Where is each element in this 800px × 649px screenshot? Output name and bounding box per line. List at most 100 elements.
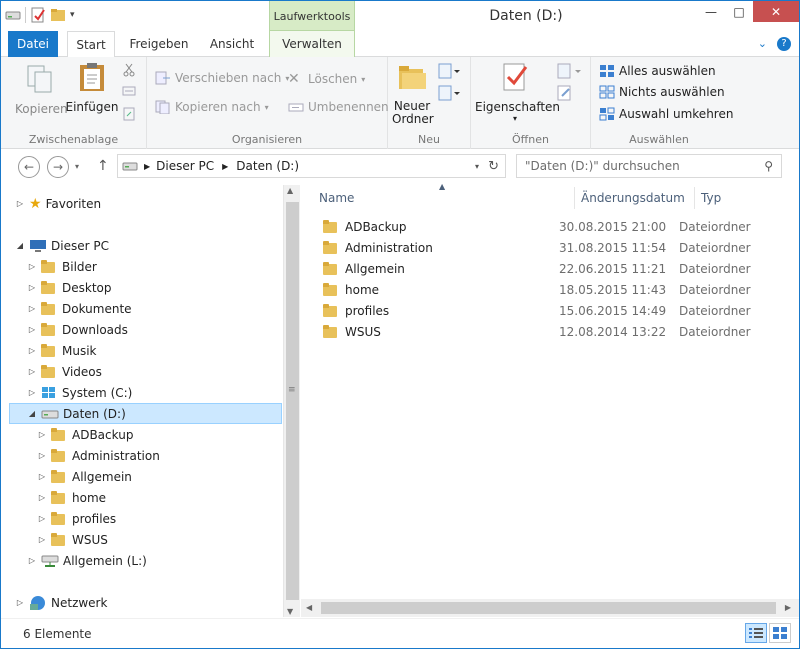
file-row[interactable]: Allgemein 22.06.2015 11:21 Dateiordner (319, 258, 789, 279)
new-folder-button[interactable]: Neuer Ordner (392, 61, 434, 126)
expand-icon[interactable]: ▷ (27, 325, 37, 334)
copy-button[interactable]: Kopieren (15, 63, 68, 116)
breadcrumb-this-pc[interactable]: Dieser PC (156, 159, 214, 173)
expand-icon[interactable]: ▷ (27, 346, 37, 355)
expand-icon[interactable]: ▷ (27, 262, 37, 271)
close-button[interactable]: ✕ (753, 1, 799, 22)
tree-item-folder[interactable]: ▷ profiles (37, 508, 116, 529)
rename-button[interactable]: Umbenennen (288, 100, 389, 114)
file-list-hscrollbar[interactable]: ◀ ▶ (301, 599, 799, 617)
move-to-button[interactable]: Verschieben nach ▾ (155, 71, 289, 85)
tree-item-this-pc[interactable]: ◢ Dieser PC (15, 235, 109, 256)
chevron-down-icon[interactable]: ⌄ (758, 37, 767, 51)
edit-icon[interactable] (557, 85, 573, 101)
tree-item-folder[interactable]: ▷ Allgemein (37, 466, 132, 487)
tree-scrollbar[interactable]: ▲ ≡ ▼ (283, 185, 300, 617)
expand-icon[interactable]: ▷ (27, 556, 37, 565)
select-all-button[interactable]: Alles auswählen (599, 64, 716, 78)
details-view-button[interactable] (745, 623, 767, 643)
back-button[interactable]: ← (18, 156, 40, 178)
tab-file[interactable]: Datei (8, 31, 58, 57)
scroll-up-icon[interactable]: ▲ (287, 186, 293, 195)
tab-start[interactable]: Start (67, 31, 115, 58)
maximize-button[interactable]: □ (725, 1, 753, 22)
address-bar[interactable]: ▶ Dieser PC ▶ Daten (D:) ▾ ↻ (117, 154, 506, 178)
select-none-button[interactable]: Nichts auswählen (599, 85, 725, 99)
tab-manage[interactable]: Verwalten (269, 31, 355, 57)
scroll-down-icon[interactable]: ▼ (287, 607, 293, 616)
collapse-icon[interactable]: ◢ (27, 409, 37, 418)
tab-view[interactable]: Ansicht (203, 31, 261, 57)
breadcrumb-drive-d[interactable]: Daten (D:) (236, 159, 299, 173)
expand-icon[interactable]: ▷ (37, 514, 47, 523)
file-row[interactable]: WSUS 12.08.2014 13:22 Dateiordner (319, 321, 789, 342)
expand-icon[interactable]: ▷ (15, 199, 25, 208)
expand-icon[interactable]: ▷ (37, 430, 47, 439)
expand-icon[interactable]: ▷ (27, 367, 37, 376)
tree-item-music[interactable]: ▷ Musik (27, 340, 97, 361)
easy-access-icon[interactable] (438, 85, 460, 101)
refresh-icon[interactable]: ↻ (488, 159, 499, 174)
scissors-icon[interactable] (122, 63, 136, 77)
copy-path-icon[interactable] (122, 85, 136, 97)
tree-item-daten-d[interactable]: ◢ Daten (D:) (9, 403, 282, 424)
breadcrumb-separator-icon[interactable]: ▶ (222, 162, 228, 171)
chevron-down-icon[interactable]: ▾ (75, 162, 79, 171)
collapse-icon[interactable]: ◢ (15, 241, 25, 250)
expand-icon[interactable]: ▷ (37, 493, 47, 502)
tree-item-folder[interactable]: ▷ ADBackup (37, 424, 134, 445)
expand-icon[interactable]: ▷ (37, 472, 47, 481)
column-header-name[interactable]: Name (319, 185, 574, 210)
tree-item-pictures[interactable]: ▷ Bilder (27, 256, 97, 277)
expand-icon[interactable]: ▷ (27, 304, 37, 313)
paste-shortcut-icon[interactable] (122, 107, 136, 121)
tree-item-favorites[interactable]: ▷ ★ Favoriten (15, 193, 101, 214)
expand-icon[interactable]: ▷ (37, 451, 47, 460)
copy-to-button[interactable]: Kopieren nach ▾ (155, 100, 269, 114)
forward-button[interactable]: → (47, 156, 69, 178)
file-row[interactable]: home 18.05.2015 11:43 Dateiordner (319, 279, 789, 300)
tree-item-folder[interactable]: ▷ home (37, 487, 106, 508)
tree-item-folder[interactable]: ▷ WSUS (37, 529, 108, 550)
scrollbar-thumb[interactable] (286, 202, 299, 600)
help-icon[interactable]: ? (777, 37, 791, 51)
tree-item-downloads[interactable]: ▷ Downloads (27, 319, 128, 340)
tree-item-desktop[interactable]: ▷ Desktop (27, 277, 112, 298)
tree-item-network[interactable]: ▷ Netzwerk (15, 592, 107, 613)
breadcrumb-separator-icon[interactable]: ▶ (144, 162, 150, 171)
expand-icon[interactable]: ▷ (27, 283, 37, 292)
expand-icon[interactable]: ▷ (27, 388, 37, 397)
large-icons-view-button[interactable] (769, 623, 791, 643)
delete-button[interactable]: ✕ Löschen ▾ (288, 71, 365, 87)
file-row[interactable]: ADBackup 30.08.2015 21:00 Dateiordner (319, 216, 789, 237)
tree-item-network-drive[interactable]: ▷ Allgemein (L:) (27, 550, 147, 571)
chevron-down-icon[interactable]: ▾ (70, 10, 75, 20)
invert-selection-button[interactable]: Auswahl umkehren (599, 107, 733, 121)
new-folder-icon[interactable] (50, 7, 66, 23)
file-row[interactable]: Administration 31.08.2015 11:54 Dateiord… (319, 237, 789, 258)
tree-item-system-c[interactable]: ▷ System (C:) (27, 382, 132, 403)
tree-item-videos[interactable]: ▷ Videos (27, 361, 102, 382)
minimize-button[interactable]: — (697, 1, 725, 22)
expand-icon[interactable]: ▷ (15, 598, 25, 607)
chevron-down-icon[interactable]: ▾ (475, 162, 479, 171)
paste-button[interactable]: Einfügen (65, 61, 119, 114)
tree-item-folder[interactable]: ▷ Administration (37, 445, 160, 466)
column-header-type[interactable]: Typ (701, 185, 791, 210)
tab-share[interactable]: Freigeben (125, 31, 193, 57)
properties-icon[interactable] (30, 7, 46, 23)
search-input[interactable]: "Daten (D:)" durchsuchen ⚲ (516, 154, 782, 178)
expand-icon[interactable]: ▷ (37, 535, 47, 544)
scroll-left-icon[interactable]: ◀ (306, 603, 312, 612)
column-header-date[interactable]: Änderungsdatum (581, 185, 693, 210)
column-divider[interactable] (694, 187, 695, 209)
search-icon[interactable]: ⚲ (764, 159, 773, 173)
up-button[interactable]: ↑ (97, 158, 109, 174)
open-icon[interactable] (557, 63, 583, 79)
scrollbar-thumb[interactable] (321, 602, 776, 614)
file-row[interactable]: profiles 15.06.2015 14:49 Dateiordner (319, 300, 789, 321)
new-item-icon[interactable] (438, 63, 460, 79)
properties-button[interactable]: Eigenschaften ▾ (475, 61, 560, 123)
drive-icon[interactable] (5, 7, 21, 23)
navigation-pane[interactable]: ▷ ★ Favoriten ◢ Dieser PC ▷ Bilder ▷ Deskt… (1, 185, 283, 617)
